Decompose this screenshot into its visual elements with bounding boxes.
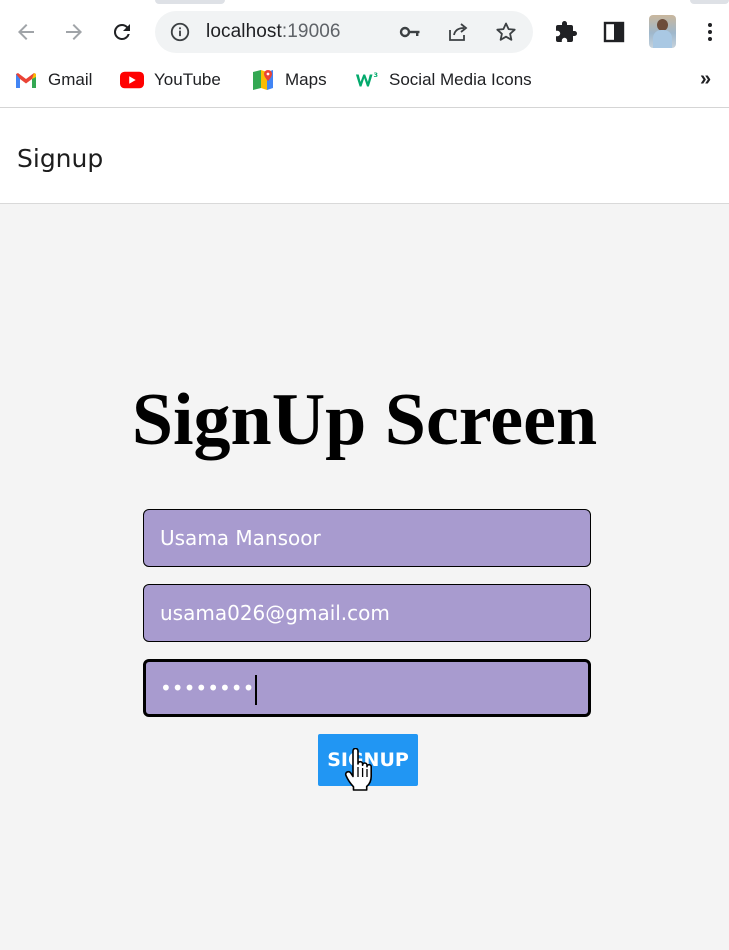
forward-button[interactable] (58, 16, 90, 48)
address-bar[interactable]: localhost:19006 (155, 11, 533, 53)
star-icon[interactable] (493, 20, 519, 44)
bookmark-youtube[interactable]: YouTube (120, 66, 221, 94)
bookmarks-bar: Gmail YouTube Maps 3 Social Media Icons … (0, 62, 729, 98)
app-header: Signup (0, 108, 729, 204)
avatar-body (653, 30, 672, 48)
arrow-right-icon (66, 24, 82, 40)
bookmark-social-media-icons[interactable]: 3 Social Media Icons (355, 66, 532, 94)
reload-button[interactable] (106, 16, 138, 48)
email-input-value: usama026@gmail.com (160, 601, 390, 625)
url-text: localhost:19006 (206, 21, 341, 43)
browser-chrome: localhost:19006 Gmail YouTube Maps 3 Soc… (0, 0, 729, 108)
hand-cursor-icon (344, 748, 372, 791)
header-title: Signup (17, 144, 104, 173)
reload-icon (113, 23, 130, 40)
bookmark-label: YouTube (154, 70, 221, 89)
browser-toolbar: localhost:19006 (0, 10, 729, 54)
maps-icon (251, 68, 275, 92)
url-port: :19006 (281, 21, 341, 42)
side-panel-icon[interactable] (600, 18, 628, 46)
back-button[interactable] (10, 16, 42, 48)
tab-edge (690, 0, 729, 4)
active-tab-edge (155, 0, 225, 4)
bookmark-label: Social Media Icons (389, 70, 532, 89)
bookmark-maps[interactable]: Maps (251, 66, 327, 94)
email-input[interactable]: usama026@gmail.com (143, 584, 591, 642)
arrow-left-icon (18, 24, 34, 40)
kebab-menu-icon[interactable] (696, 18, 724, 46)
puzzle-icon[interactable] (552, 18, 580, 46)
page-title: SignUp Screen (131, 379, 598, 461)
bookmarks-overflow-button[interactable]: » (700, 68, 711, 91)
name-input[interactable]: Usama Mansoor (143, 509, 591, 567)
password-input-value: •••••••• (160, 676, 255, 700)
info-icon[interactable] (169, 21, 191, 43)
password-input[interactable]: •••••••• (143, 659, 591, 717)
gmail-icon (14, 68, 38, 92)
bookmark-label: Gmail (48, 70, 93, 89)
text-caret (255, 674, 258, 705)
share-icon[interactable] (445, 20, 471, 44)
profile-avatar[interactable] (649, 15, 676, 48)
key-icon[interactable] (397, 20, 423, 44)
url-host: localhost (206, 21, 282, 42)
svg-text:3: 3 (373, 71, 378, 79)
youtube-icon (120, 68, 144, 92)
name-input-value: Usama Mansoor (160, 526, 321, 550)
bookmark-gmail[interactable]: Gmail (14, 66, 92, 94)
bookmark-label: Maps (285, 70, 327, 89)
w3schools-icon: 3 (355, 68, 379, 92)
